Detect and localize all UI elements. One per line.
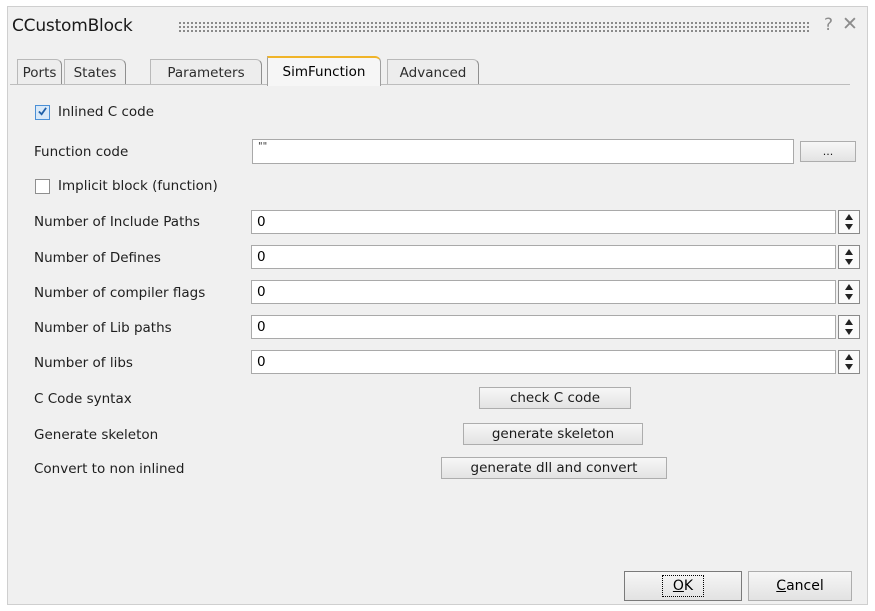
spin-down-icon[interactable] <box>845 259 853 265</box>
spin-up-icon[interactable] <box>845 354 853 360</box>
libs-spinner[interactable] <box>838 350 860 374</box>
tab-simfunction[interactable]: SimFunction <box>267 56 381 86</box>
lib-paths-label: Number of Lib paths <box>34 320 172 336</box>
function-code-input[interactable]: "" <box>252 139 794 164</box>
spin-down-icon[interactable] <box>845 224 853 230</box>
spin-down-icon[interactable] <box>845 294 853 300</box>
spin-up-icon[interactable] <box>845 284 853 290</box>
tab-label: SimFunction <box>282 64 366 80</box>
cancel-label: Cancel <box>776 578 823 594</box>
cancel-label-rest: ancel <box>786 578 824 594</box>
defines-label: Number of Defines <box>34 250 161 266</box>
ok-label: OK <box>661 575 705 597</box>
include-paths-input[interactable]: 0 <box>251 210 836 234</box>
syntax-label: C Code syntax <box>34 391 132 407</box>
include-paths-value: 0 <box>257 214 266 230</box>
defines-value: 0 <box>257 249 266 265</box>
compiler-flags-label: Number of compiler flags <box>34 285 206 301</box>
lib-paths-input[interactable]: 0 <box>251 315 836 339</box>
spin-up-icon[interactable] <box>845 214 853 220</box>
tab-advanced[interactable]: Advanced <box>387 59 479 85</box>
checkmark-icon <box>38 107 47 116</box>
tab-divider <box>10 84 850 85</box>
tab-label: Parameters <box>167 64 245 81</box>
inlined-checkbox[interactable] <box>35 105 50 120</box>
defines-input[interactable]: 0 <box>251 245 836 269</box>
tab-label: Ports <box>22 64 57 81</box>
defines-spinner[interactable] <box>838 245 860 269</box>
drag-grip[interactable] <box>178 21 810 32</box>
implicit-label: Implicit block (function) <box>58 178 218 194</box>
generate-skeleton-label: generate skeleton <box>491 426 615 442</box>
close-icon[interactable]: ✕ <box>842 13 858 35</box>
title-bar[interactable]: CCustomBlock ? ✕ <box>0 0 875 48</box>
browse-button[interactable]: ... <box>800 141 856 162</box>
ok-button[interactable]: OK <box>624 571 742 601</box>
include-paths-label: Number of Include Paths <box>34 214 200 230</box>
implicit-checkbox[interactable] <box>35 179 50 194</box>
ok-mnemonic: O <box>672 578 684 594</box>
lib-paths-value: 0 <box>257 319 266 335</box>
spin-up-icon[interactable] <box>845 319 853 325</box>
include-paths-spinner[interactable] <box>838 210 860 234</box>
compiler-flags-value: 0 <box>257 284 266 300</box>
libs-value: 0 <box>257 354 266 370</box>
tab-parameters[interactable]: Parameters <box>150 59 262 85</box>
help-icon[interactable]: ? <box>824 15 833 35</box>
inlined-label: Inlined C code <box>58 104 155 120</box>
convert-label: Convert to non inlined <box>34 461 185 477</box>
function-code-value: "" <box>258 141 268 152</box>
check-c-code-button[interactable]: check C code <box>479 387 631 409</box>
generate-skeleton-button[interactable]: generate skeleton <box>463 423 643 445</box>
check-c-code-label: check C code <box>509 390 601 406</box>
cancel-mnemonic: C <box>776 578 787 594</box>
ok-label-rest: K <box>683 578 694 594</box>
libs-label: Number of libs <box>34 355 133 371</box>
tab-label: States <box>73 64 117 81</box>
tab-label: Advanced <box>399 64 467 81</box>
dialog-window <box>7 6 868 605</box>
dialog-title: CCustomBlock <box>12 16 133 36</box>
cancel-button[interactable]: Cancel <box>748 571 852 601</box>
tab-ports[interactable]: Ports <box>17 59 62 85</box>
lib-paths-spinner[interactable] <box>838 315 860 339</box>
libs-input[interactable]: 0 <box>251 350 836 374</box>
spin-down-icon[interactable] <box>845 364 853 370</box>
generate-dll-button[interactable]: generate dll and convert <box>441 457 667 479</box>
browse-label: ... <box>822 145 834 158</box>
compiler-flags-spinner[interactable] <box>838 280 860 304</box>
spin-up-icon[interactable] <box>845 249 853 255</box>
function-code-label: Function code <box>34 144 129 160</box>
compiler-flags-input[interactable]: 0 <box>251 280 836 304</box>
generate-dll-label: generate dll and convert <box>470 460 638 476</box>
spin-down-icon[interactable] <box>845 329 853 335</box>
skeleton-label: Generate skeleton <box>34 427 159 443</box>
tab-states[interactable]: States <box>64 59 126 85</box>
